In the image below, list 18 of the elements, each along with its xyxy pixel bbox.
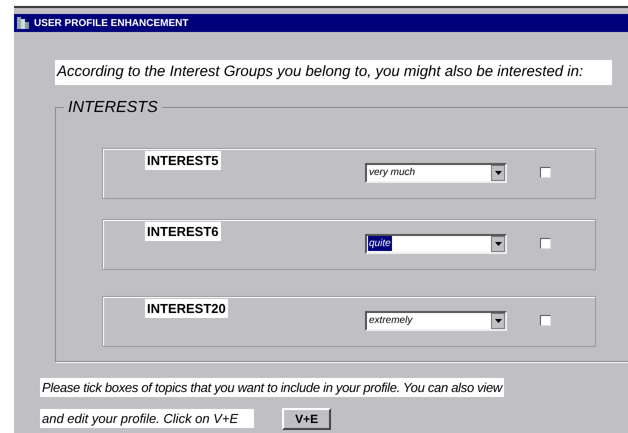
dropdown-value: extremely: [368, 314, 414, 328]
window-icon: [16, 16, 30, 30]
intro-text: According to the Interest Groups you belong to, you might also be interested in:: [55, 60, 612, 84]
include-checkbox[interactable]: [540, 314, 551, 326]
include-checkbox[interactable]: [540, 238, 551, 248]
interest-label: INTEREST6: [145, 222, 221, 241]
instruction-text: Please tick boxes of topics that you want to include in your profile. You can also view: [40, 378, 504, 397]
level-dropdown[interactable]: extremely: [365, 310, 507, 330]
interest-label: INTEREST5: [145, 150, 221, 170]
dropdown-value: quite: [368, 236, 392, 251]
interest-label: INTEREST20: [145, 298, 228, 318]
include-checkbox[interactable]: [540, 166, 551, 178]
dropdown-value: very much: [368, 166, 416, 180]
instruction-text: and edit your profile. Click on V+E: [40, 408, 254, 428]
window-title: USER PROFILE ENHANCEMENT: [34, 16, 188, 30]
view-edit-button[interactable]: V+E: [282, 408, 332, 430]
level-dropdown[interactable]: quite: [365, 234, 507, 254]
level-dropdown[interactable]: very much: [365, 162, 507, 182]
